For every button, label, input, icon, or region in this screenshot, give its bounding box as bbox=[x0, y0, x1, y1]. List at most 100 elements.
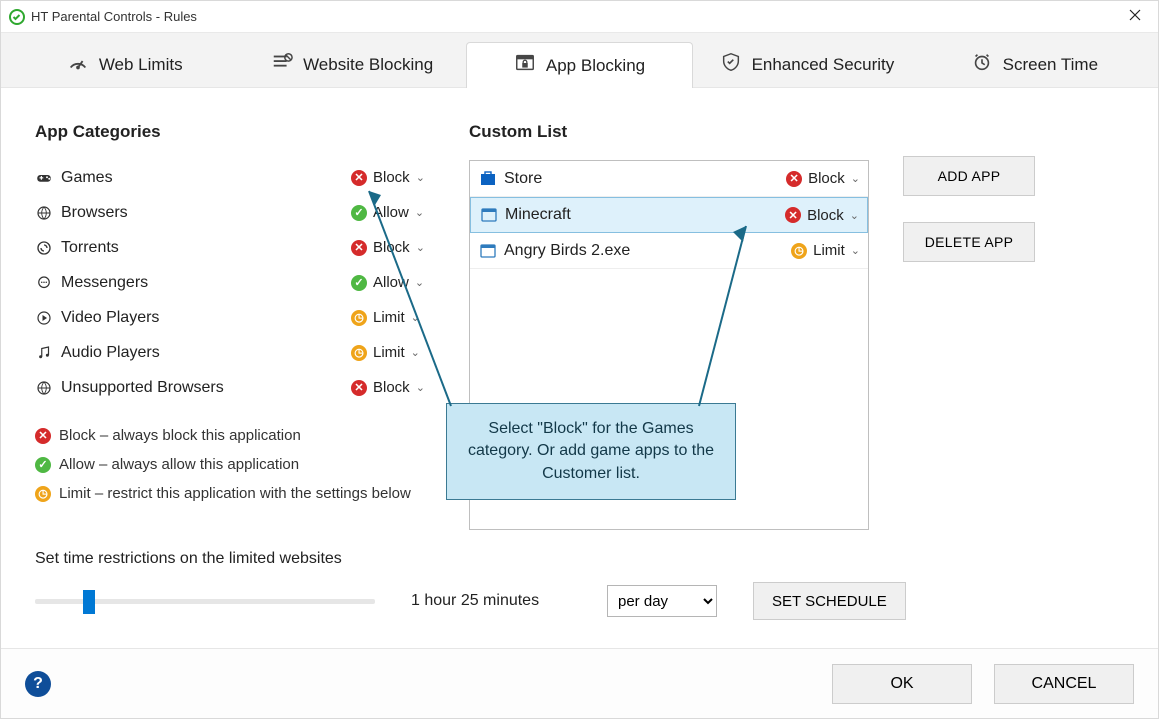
custom-list-row[interactable]: Store✕Block⌄ bbox=[470, 161, 868, 197]
window-close-button[interactable] bbox=[1112, 1, 1158, 33]
per-day-select[interactable]: per dayper week bbox=[607, 585, 717, 617]
category-name: Unsupported Browsers bbox=[61, 379, 351, 397]
category-action-dropdown[interactable]: ✓Allow⌄ bbox=[351, 274, 435, 291]
category-row: Video Players◷ Limit ⌄ bbox=[35, 300, 435, 335]
category-action-dropdown[interactable]: ✓Allow⌄ bbox=[351, 204, 435, 221]
category-action-dropdown[interactable]: ◷ Limit ⌄ bbox=[351, 344, 435, 361]
category-action-dropdown[interactable]: ✕Block⌄ bbox=[351, 379, 435, 396]
close-icon bbox=[1129, 8, 1141, 25]
category-action-dropdown[interactable]: ✕Block⌄ bbox=[351, 169, 435, 186]
legend-block: ✕Block – always block this application bbox=[35, 427, 435, 444]
legend-limit: ◷Limit – restrict this application with … bbox=[35, 485, 435, 502]
category-name: Browsers bbox=[61, 204, 351, 222]
limit-badge-icon: ◷ bbox=[351, 310, 367, 326]
window-title: HT Parental Controls - Rules bbox=[31, 9, 197, 24]
category-row: Audio Players◷ Limit ⌄ bbox=[35, 335, 435, 370]
category-row: Games✕Block⌄ bbox=[35, 160, 435, 195]
limit-badge-icon: ◷ bbox=[791, 243, 807, 259]
cancel-button[interactable]: CANCEL bbox=[994, 664, 1134, 704]
limit-badge-icon: ◷ bbox=[351, 345, 367, 361]
time-value-text: 1 hour 25 minutes bbox=[411, 592, 571, 610]
custom-list-row[interactable]: Minecraft✕Block⌄ bbox=[470, 197, 868, 233]
hint-callout: Select "Block" for the Games category. O… bbox=[446, 403, 736, 500]
block-badge-icon: ✕ bbox=[785, 207, 801, 223]
action-label: Limit bbox=[373, 309, 405, 326]
globe-icon bbox=[35, 379, 61, 397]
action-label: Block bbox=[808, 170, 845, 187]
time-slider[interactable] bbox=[35, 586, 375, 616]
chevron-down-icon: ⌄ bbox=[416, 171, 425, 184]
gamepad-icon bbox=[35, 169, 61, 187]
slider-thumb[interactable] bbox=[83, 590, 95, 614]
set-schedule-button[interactable]: SET SCHEDULE bbox=[753, 582, 906, 620]
category-name: Messengers bbox=[61, 274, 351, 292]
custom-app-name: Minecraft bbox=[505, 206, 779, 224]
custom-list-row[interactable]: Angry Birds 2.exe◷Limit⌄ bbox=[470, 233, 868, 269]
block-badge-icon: ✕ bbox=[35, 428, 51, 444]
ok-button[interactable]: OK bbox=[832, 664, 972, 704]
category-row: Unsupported Browsers✕Block⌄ bbox=[35, 370, 435, 405]
custom-action-dropdown[interactable]: ✕Block⌄ bbox=[779, 207, 859, 224]
block-badge-icon: ✕ bbox=[351, 240, 367, 256]
custom-app-name: Store bbox=[504, 170, 780, 188]
chevron-down-icon: ⌄ bbox=[411, 346, 420, 359]
tab-label: Website Blocking bbox=[303, 55, 433, 75]
custom-list-title: Custom List bbox=[469, 122, 869, 142]
allow-badge-icon: ✓ bbox=[35, 457, 51, 473]
lock-window-icon bbox=[514, 52, 536, 79]
category-name: Audio Players bbox=[61, 344, 351, 362]
tab-enhanced-security[interactable]: Enhanced Security bbox=[693, 41, 920, 87]
custom-app-name: Angry Birds 2.exe bbox=[504, 242, 780, 260]
tab-app-blocking[interactable]: App Blocking bbox=[466, 42, 693, 88]
time-restrictions-section: Set time restrictions on the limited web… bbox=[35, 550, 1124, 620]
tab-label: Web Limits bbox=[99, 55, 183, 75]
custom-action-dropdown[interactable]: ◷Limit⌄ bbox=[780, 242, 860, 259]
block-badge-icon: ✕ bbox=[351, 380, 367, 396]
custom-action-dropdown[interactable]: ✕Block⌄ bbox=[780, 170, 860, 187]
chevron-down-icon: ⌄ bbox=[411, 311, 420, 324]
tab-web-limits[interactable]: Web Limits bbox=[11, 41, 238, 87]
category-name: Torrents bbox=[61, 239, 351, 257]
tab-website-blocking[interactable]: Website Blocking bbox=[238, 41, 465, 87]
app-window: HT Parental Controls - Rules Web Limits … bbox=[0, 0, 1159, 719]
category-name: Video Players bbox=[61, 309, 351, 327]
category-row: Messengers✓Allow⌄ bbox=[35, 265, 435, 300]
globe-icon bbox=[35, 204, 61, 222]
chevron-down-icon: ⌄ bbox=[415, 276, 424, 289]
time-restrictions-label: Set time restrictions on the limited web… bbox=[35, 550, 1124, 568]
play-circle-icon bbox=[35, 309, 61, 327]
action-label: Block bbox=[373, 169, 410, 186]
side-buttons-panel: ADD APP DELETE APP bbox=[903, 112, 1124, 530]
category-row: Torrents✕Block⌄ bbox=[35, 230, 435, 265]
action-label: Block bbox=[373, 239, 410, 256]
tab-content: App Categories Games✕Block⌄Browsers✓Allo… bbox=[1, 88, 1158, 648]
tab-label: Enhanced Security bbox=[752, 55, 895, 75]
categories-title: App Categories bbox=[35, 122, 435, 142]
gauge-icon bbox=[67, 51, 89, 78]
app-generic-icon bbox=[479, 207, 499, 223]
category-name: Games bbox=[61, 169, 351, 187]
app-generic-icon bbox=[478, 243, 498, 259]
shield-check-icon bbox=[720, 51, 742, 78]
help-button[interactable]: ? bbox=[25, 671, 51, 697]
limit-badge-icon: ◷ bbox=[35, 486, 51, 502]
action-label: Limit bbox=[373, 344, 405, 361]
torrent-icon bbox=[35, 239, 61, 257]
block-badge-icon: ✕ bbox=[786, 171, 802, 187]
delete-app-button[interactable]: DELETE APP bbox=[903, 222, 1035, 262]
music-note-icon bbox=[35, 344, 61, 362]
allow-badge-icon: ✓ bbox=[351, 275, 367, 291]
legend-allow: ✓Allow – always allow this application bbox=[35, 456, 435, 473]
category-action-dropdown[interactable]: ✕Block⌄ bbox=[351, 239, 435, 256]
add-app-button[interactable]: ADD APP bbox=[903, 156, 1035, 196]
action-label: Block bbox=[373, 379, 410, 396]
tab-bar: Web Limits Website Blocking App Blocking… bbox=[1, 33, 1158, 88]
help-icon: ? bbox=[33, 675, 43, 693]
action-label: Allow bbox=[373, 204, 409, 221]
callout-text: Select "Block" for the Games category. O… bbox=[468, 420, 714, 482]
tab-screen-time[interactable]: Screen Time bbox=[921, 41, 1148, 87]
tab-label: App Blocking bbox=[546, 56, 645, 76]
titlebar: HT Parental Controls - Rules bbox=[1, 1, 1158, 33]
category-action-dropdown[interactable]: ◷ Limit ⌄ bbox=[351, 309, 435, 326]
clock-icon bbox=[971, 51, 993, 78]
